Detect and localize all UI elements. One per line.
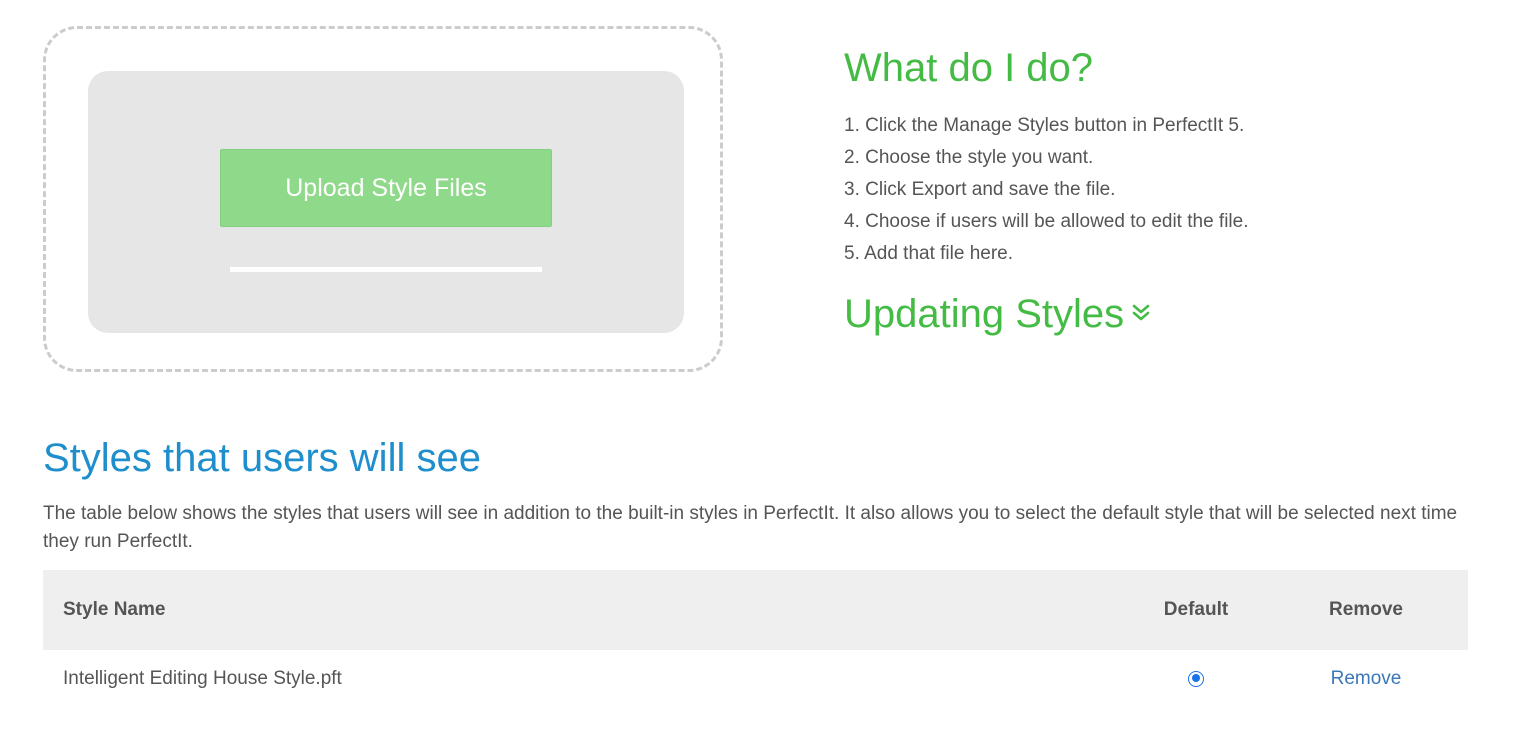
help-section: What do I do? 1. Click the Manage Styles… — [844, 44, 1484, 340]
default-style-radio[interactable] — [1188, 670, 1204, 687]
table-row: Intelligent Editing House Style.pft Remo… — [43, 650, 1468, 708]
updating-styles-toggle[interactable]: Updating Styles — [844, 290, 1152, 340]
column-header-remove: Remove — [1329, 599, 1403, 620]
upload-progress-bar — [230, 267, 542, 272]
upload-style-files-button[interactable]: Upload Style Files — [220, 149, 552, 227]
help-step-5: 5. Add that file here. — [844, 243, 1014, 264]
column-header-default: Default — [1163, 599, 1229, 620]
help-step-4: 4. Choose if users will be allowed to ed… — [844, 211, 1249, 232]
help-step-2: 2. Choose the style you want. — [844, 147, 1094, 168]
column-header-style-name: Style Name — [63, 599, 166, 620]
default-cell — [1116, 650, 1276, 708]
styles-section: Styles that users will see The table bel… — [43, 432, 1468, 708]
help-step-1: 1. Click the Manage Styles button in Per… — [844, 115, 1245, 136]
remove-style-link[interactable]: Remove — [1331, 668, 1402, 689]
styles-description: The table below shows the styles that us… — [43, 503, 1458, 552]
help-steps-list: 1. Click the Manage Styles button in Per… — [844, 110, 1484, 270]
styles-table: Style Name Default Remove Intelligent Ed… — [43, 570, 1468, 708]
double-chevron-down-icon — [1130, 290, 1152, 338]
style-name-cell: Intelligent Editing House Style.pft — [63, 668, 342, 689]
remove-cell: Remove — [1276, 650, 1468, 708]
help-step-3: 3. Click Export and save the file. — [844, 179, 1116, 200]
upload-panel: Upload Style Files — [88, 71, 684, 333]
table-header-row: Style Name Default Remove — [43, 570, 1468, 650]
styles-title: Styles that users will see — [43, 436, 481, 480]
help-title: What do I do? — [844, 46, 1094, 90]
updating-styles-label: Updating Styles — [844, 292, 1125, 336]
upload-drop-zone[interactable]: Upload Style Files — [43, 26, 723, 372]
